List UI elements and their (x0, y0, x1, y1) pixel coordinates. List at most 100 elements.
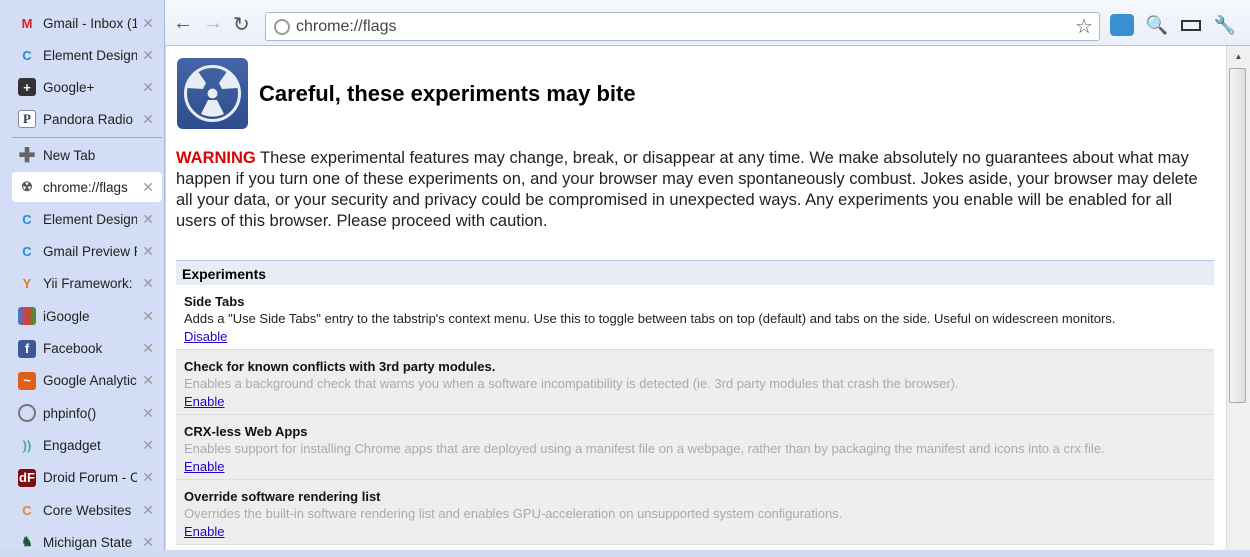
tab[interactable]: iGoogle ✕ (12, 301, 162, 331)
experiment-item: Check for known conflicts with 3rd party… (176, 350, 1214, 415)
experiment-name: Check for known conflicts with 3rd party… (184, 359, 496, 374)
experiment-item: Override software rendering list Override… (176, 480, 1214, 545)
tab-title: Element Design (43, 47, 137, 63)
warning-label: WARNING (176, 149, 256, 167)
gmail-icon: M (21, 15, 33, 31)
element-design-icon: C (22, 211, 32, 227)
tab[interactable]: ☢ chrome://flags ✕ (12, 172, 162, 202)
experiment-name: CRX-less Web Apps (184, 424, 308, 439)
tab[interactable]: P Pandora Radio - ✕ (12, 104, 162, 134)
tab-title: iGoogle (43, 308, 90, 324)
tab-title: Element Design (43, 211, 137, 227)
wrench-icon[interactable]: 🔧 (1213, 14, 1237, 36)
experiment-toggle-link[interactable]: Enable (184, 459, 224, 474)
experiment-toggle-link[interactable]: Enable (184, 394, 224, 409)
igoogle-icon (18, 307, 36, 326)
tab[interactable]: Y Yii Framework: E ✕ (12, 269, 162, 299)
close-tab-icon[interactable]: ✕ (142, 502, 154, 519)
tab[interactable]: C Element Design ✕ (12, 204, 162, 234)
close-tab-icon[interactable]: ✕ (142, 469, 154, 486)
close-tab-icon[interactable]: ✕ (142, 47, 154, 64)
tab-title: Facebook (43, 341, 103, 356)
experiment-item: CRX-less Web Apps Enables support for ins… (176, 415, 1214, 480)
scrollbar[interactable]: ▲ (1226, 46, 1250, 550)
experiment-description: Adds a "Use Side Tabs" entry to the tabs… (184, 311, 1116, 326)
reload-button[interactable]: ↻ (233, 12, 250, 37)
tab[interactable]: C Element Design ✕ (12, 40, 162, 70)
plus-icon: ✚ (18, 144, 36, 167)
tab-title: Pandora Radio - (43, 111, 137, 127)
close-tab-icon[interactable]: ✕ (142, 79, 154, 96)
close-tab-icon[interactable]: ✕ (142, 211, 154, 228)
close-tab-icon[interactable]: ✕ (142, 243, 154, 260)
bookmark-star-icon[interactable]: ☆ (1075, 14, 1093, 39)
close-tab-icon[interactable]: ✕ (142, 15, 154, 32)
close-tab-icon[interactable]: ✕ (142, 340, 154, 357)
tab-title: chrome://flags (43, 179, 128, 195)
spartan-icon: ♞ (21, 534, 33, 550)
experiment-toggle-link[interactable]: Enable (184, 524, 224, 539)
tab[interactable]: phpinfo() ✕ (12, 398, 162, 428)
toolbar: ← → ↻ chrome://flags ☆ 🔍 🔧 (165, 0, 1250, 46)
analytics-icon: ~ (18, 371, 36, 390)
close-tab-icon[interactable]: ✕ (142, 308, 154, 325)
tab[interactable]: C Core Websites ✕ (12, 495, 162, 525)
tab-title: phpinfo() (43, 405, 97, 421)
forward-button[interactable]: → (203, 12, 223, 35)
tab[interactable]: + Google+ ✕ (12, 72, 162, 102)
experiment-description: Enables support for installing Chrome ap… (184, 441, 1105, 456)
tab-title: Google+ (43, 79, 95, 95)
core-icon: C (22, 502, 32, 518)
side-tab-strip: M Gmail - Inbox (1 ✕ C Element Design ✕ + Googl… (0, 0, 165, 550)
tab[interactable]: )) Engadget ✕ (12, 430, 162, 460)
close-tab-icon[interactable]: ✕ (142, 111, 154, 128)
tab-title: Core Websites (43, 502, 132, 518)
tab-title: Michigan State U (43, 534, 137, 550)
yii-icon: Y (22, 276, 32, 292)
radiation-logo (177, 58, 248, 129)
close-tab-icon[interactable]: ✕ (142, 179, 154, 196)
radiation-icon: ☢ (21, 179, 33, 194)
extension-icon[interactable] (1110, 14, 1134, 36)
tab-title: Gmail Preview P (43, 244, 137, 260)
close-tab-icon[interactable]: ✕ (142, 372, 154, 389)
page-title: Careful, these experiments may bite (259, 81, 636, 106)
tab[interactable]: ~ Google Analytic ✕ (12, 366, 162, 396)
experiment-description: Enables a background check that warns yo… (184, 376, 959, 391)
globe-icon (18, 404, 36, 423)
element-design-icon: C (22, 244, 32, 260)
tab[interactable]: ♞ Michigan State U ✕ (12, 527, 162, 557)
tab[interactable]: C Gmail Preview P ✕ (12, 237, 162, 267)
tab[interactable]: f Facebook ✕ (12, 334, 162, 364)
engadget-icon: )) (22, 437, 32, 453)
ruler-icon[interactable] (1179, 14, 1203, 36)
scroll-up-arrow-icon[interactable]: ▲ (1227, 52, 1250, 61)
tab[interactable]: M Gmail - Inbox (1 ✕ (12, 8, 162, 38)
tab[interactable]: dF Droid Forum - C ✕ (12, 463, 162, 493)
close-tab-icon[interactable]: ✕ (142, 437, 154, 454)
tab-title: Droid Forum - C (43, 470, 137, 486)
experiment-name: Override software rendering list (184, 489, 381, 504)
scrollbar-thumb[interactable] (1229, 68, 1246, 403)
extension-search-icon[interactable]: 🔍 (1145, 14, 1169, 36)
element-design-icon: C (22, 47, 32, 63)
back-button[interactable]: ← (173, 12, 193, 35)
experiment-item: Side Tabs Adds a "Use Side Tabs" entry to… (176, 285, 1214, 350)
warning-text: WARNING These experimental features may … (176, 149, 1198, 230)
close-tab-icon[interactable]: ✕ (142, 534, 154, 551)
omnibox-url: chrome://flags (296, 17, 397, 35)
close-tab-icon[interactable]: ✕ (142, 275, 154, 292)
page-icon (274, 18, 290, 35)
google-plus-icon: + (18, 78, 36, 96)
page-content: Careful, these experiments may bite WARN… (166, 46, 1226, 550)
close-tab-icon[interactable]: ✕ (142, 405, 154, 422)
new-tab-button[interactable]: ✚ New Tab (12, 140, 162, 170)
experiments-header: Experiments (176, 260, 1214, 285)
omnibox[interactable]: chrome://flags ☆ (265, 12, 1100, 41)
droid-forum-icon: dF (18, 468, 36, 487)
pandora-icon: P (18, 110, 36, 128)
experiment-name: Side Tabs (184, 294, 245, 309)
experiment-toggle-link[interactable]: Disable (184, 329, 227, 344)
facebook-icon: f (18, 339, 36, 358)
tab-title: Engadget (43, 437, 101, 453)
